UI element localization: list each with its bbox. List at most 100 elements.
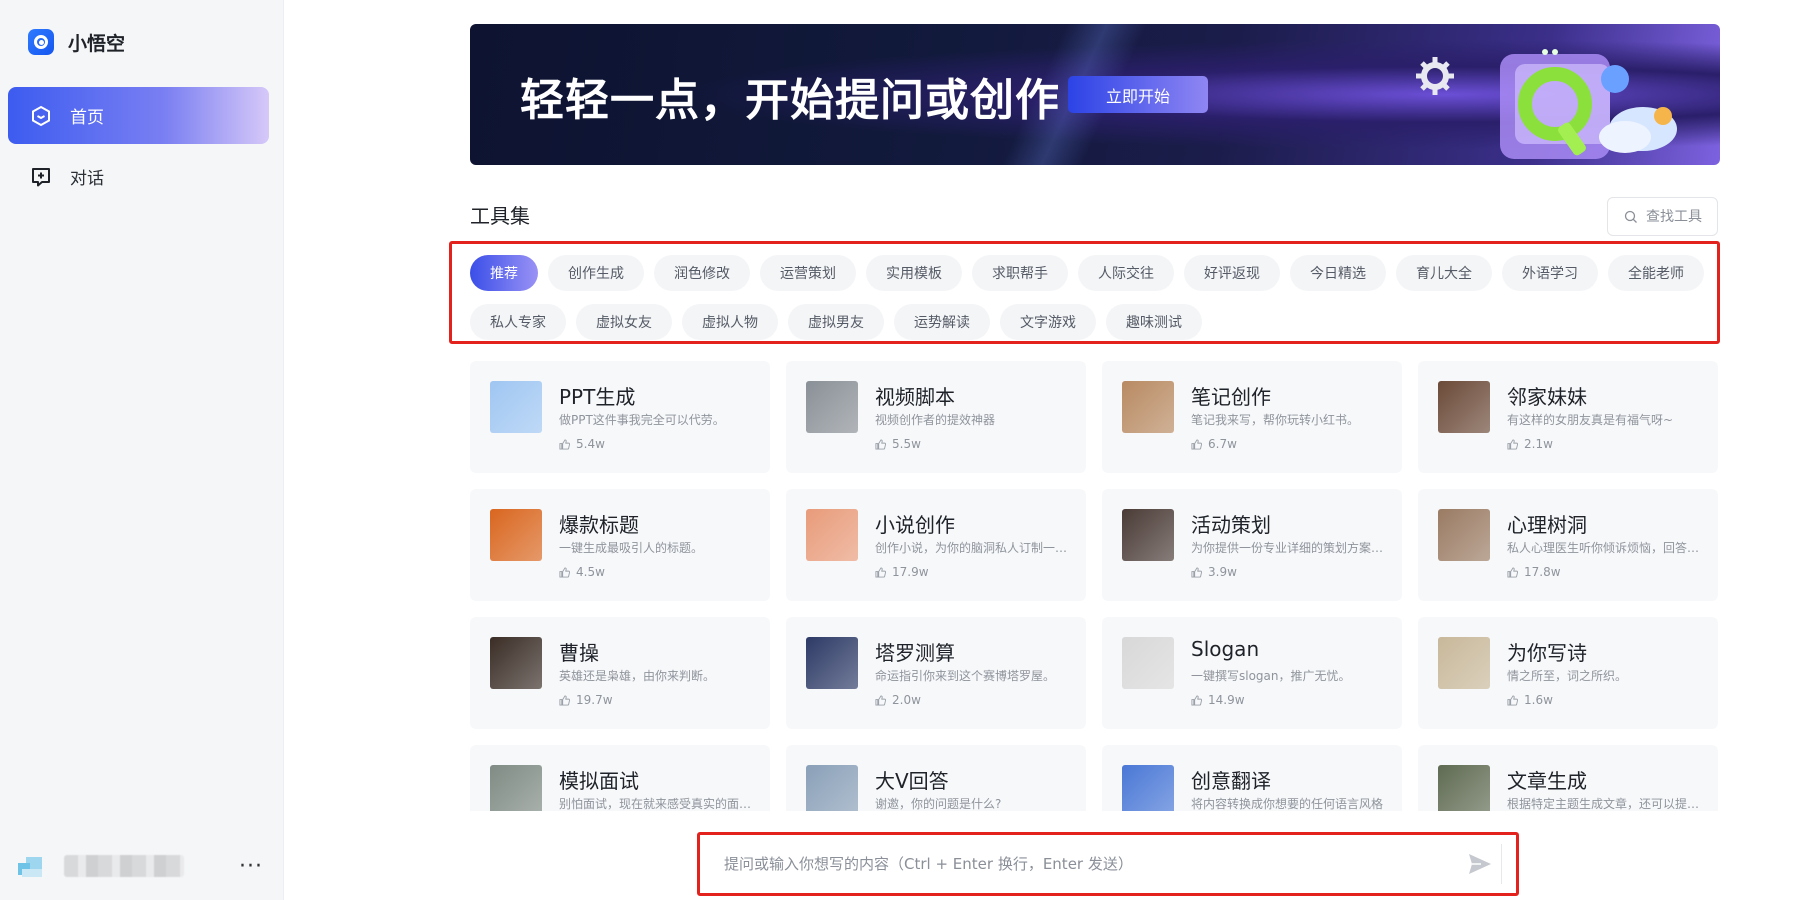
tool-usage: 17.9w	[875, 565, 929, 579]
tool-thumbnail	[490, 381, 542, 433]
tool-description: 谢邀，你的问题是什么?	[875, 797, 1002, 811]
tool-usage: 14.9w	[1191, 693, 1245, 707]
user-profile[interactable]: ···	[18, 848, 263, 884]
tool-card[interactable]: 心理树洞私人心理医生听你倾诉烦恼，回答你的问题 17.8w	[1418, 489, 1718, 601]
tool-usage: 1.6w	[1507, 693, 1553, 707]
category-tag[interactable]: 创作生成	[548, 255, 644, 291]
tool-description: 别怕面试，现在就来感受真实的面试场景	[559, 797, 754, 811]
tool-card[interactable]: 邻家妹妹 有这样的女朋友真是有福气呀~ 2.1w	[1418, 361, 1718, 473]
thumb-up-icon	[875, 694, 886, 706]
tool-title: 邻家妹妹	[1507, 385, 1587, 409]
usage-count: 17.9w	[892, 565, 929, 579]
tool-title: 塔罗测算	[875, 641, 955, 665]
category-tag[interactable]: 好评返现	[1184, 255, 1280, 291]
category-tag[interactable]: 虚拟男友	[788, 304, 884, 340]
tool-thumbnail	[1438, 765, 1490, 811]
tool-card[interactable]: 小说创作创作小说，为你的脑洞私人订制一段精彩故事 17.9w	[786, 489, 1086, 601]
tool-card[interactable]: 创意翻译 将内容转换成你想要的任何语言风格	[1102, 745, 1402, 811]
search-icon	[1624, 210, 1637, 223]
tool-usage: 19.7w	[559, 693, 613, 707]
tool-description: 一键撰写slogan，推广无忧。	[1191, 669, 1351, 683]
thumb-up-icon	[1191, 566, 1202, 578]
tool-title: 为你写诗	[1507, 641, 1587, 665]
search-input[interactable]	[1646, 208, 1716, 225]
category-tag[interactable]: 推荐	[470, 255, 538, 291]
tool-card[interactable]: 模拟面试别怕面试，现在就来感受真实的面试场景	[470, 745, 770, 811]
hero-banner: 轻轻一点，开始提问或创作 立即开始	[470, 24, 1720, 165]
usage-count: 3.9w	[1208, 565, 1237, 579]
tool-card[interactable]: Slogan 一键撰写slogan，推广无忧。 14.9w	[1102, 617, 1402, 729]
category-tag[interactable]: 文字游戏	[1000, 304, 1096, 340]
category-tag[interactable]: 求职帮手	[972, 255, 1068, 291]
tool-title: 小说创作	[875, 513, 955, 537]
tool-title: 大V回答	[875, 769, 949, 793]
tool-card[interactable]: 视频脚本 视频创作者的提效神器 5.5w	[786, 361, 1086, 473]
tool-thumbnail	[1438, 509, 1490, 561]
tool-description: 命运指引你来到这个赛博塔罗屋。	[875, 669, 1056, 683]
thumb-up-icon	[1191, 438, 1202, 450]
category-tag[interactable]: 人际交往	[1078, 255, 1174, 291]
category-tag[interactable]: 虚拟人物	[682, 304, 778, 340]
category-tag[interactable]: 运营策划	[760, 255, 856, 291]
tool-description: 视频创作者的提效神器	[875, 413, 996, 427]
thumb-up-icon	[875, 566, 886, 578]
tool-usage: 5.4w	[559, 437, 605, 451]
tool-card[interactable]: PPT生成 做PPT这件事我完全可以代劳。 5.4w	[470, 361, 770, 473]
tool-description: 创作小说，为你的脑洞私人订制一段精彩故事	[875, 541, 1070, 555]
category-tag[interactable]: 实用模板	[866, 255, 962, 291]
usage-count: 5.4w	[576, 437, 605, 451]
tool-card[interactable]: 为你写诗 情之所至，词之所织。 1.6w	[1418, 617, 1718, 729]
start-now-button[interactable]: 立即开始	[1068, 76, 1208, 113]
section-title: 工具集	[470, 204, 530, 228]
category-tag[interactable]: 趣味测试	[1106, 304, 1202, 340]
category-tag[interactable]: 外语学习	[1502, 255, 1598, 291]
category-tag[interactable]: 虚拟女友	[576, 304, 672, 340]
thumb-up-icon	[875, 438, 886, 450]
category-tag[interactable]: 运势解读	[894, 304, 990, 340]
tool-thumbnail	[806, 509, 858, 561]
tool-card[interactable]: 笔记创作 笔记我来写，帮你玩转小红书。 6.7w	[1102, 361, 1402, 473]
nav-item-home[interactable]: 首页	[8, 87, 269, 144]
category-tag[interactable]: 今日精选	[1290, 255, 1386, 291]
tool-card[interactable]: 曹操 英雄还是枭雄，由你来判断。 19.7w	[470, 617, 770, 729]
tool-title: 爆款标题	[559, 513, 639, 537]
nav-item-chat[interactable]: 对话	[8, 148, 269, 205]
category-tags-row-2: 私人专家 虚拟女友 虚拟人物 虚拟男友 运势解读 文字游戏 趣味测试	[470, 304, 1202, 340]
category-tag[interactable]: 私人专家	[470, 304, 566, 340]
category-tag[interactable]: 育儿大全	[1396, 255, 1492, 291]
tool-thumbnail	[806, 381, 858, 433]
tool-title: 心理树洞	[1507, 513, 1587, 537]
usage-count: 19.7w	[576, 693, 613, 707]
tool-card[interactable]: 爆款标题 一键生成最吸引人的标题。 4.5w	[470, 489, 770, 601]
category-tag[interactable]: 全能老师	[1608, 255, 1704, 291]
tool-description: 英雄还是枭雄，由你来判断。	[559, 669, 716, 683]
tool-thumbnail	[806, 765, 858, 811]
send-button[interactable]	[1458, 844, 1502, 884]
tool-title: 模拟面试	[559, 769, 639, 793]
user-name-redacted	[64, 855, 184, 877]
usage-count: 5.5w	[892, 437, 921, 451]
tool-title: 创意翻译	[1191, 769, 1271, 793]
brand-name: 小悟空	[68, 32, 126, 55]
tool-card[interactable]: 大V回答谢邀，你的问题是什么?	[786, 745, 1086, 811]
tool-card-grid: PPT生成 做PPT这件事我完全可以代劳。 5.4w 视频脚本 视频创作者的提效神器 5.…	[470, 361, 1720, 811]
thumb-up-icon	[1507, 566, 1518, 578]
tool-card[interactable]: 文章生成 根据特定主题生成文章，还可以提供大纲	[1418, 745, 1718, 811]
tool-description: 为你提供一份专业详细的策划方案，帮助你轻松策划	[1191, 541, 1386, 555]
tool-card[interactable]: 塔罗测算 命运指引你来到这个赛博塔罗屋。 2.0w	[786, 617, 1086, 729]
category-tag[interactable]: 润色修改	[654, 255, 750, 291]
thumb-up-icon	[1507, 438, 1518, 450]
chat-input-panel	[697, 832, 1519, 896]
brand[interactable]: 小悟空	[28, 28, 125, 56]
thumb-up-icon	[559, 438, 570, 450]
tool-thumbnail	[1122, 765, 1174, 811]
usage-count: 2.1w	[1524, 437, 1553, 451]
tool-thumbnail	[1438, 381, 1490, 433]
more-options-button[interactable]: ···	[239, 854, 263, 879]
tool-title: 活动策划	[1191, 513, 1271, 537]
tool-card[interactable]: 活动策划为你提供一份专业详细的策划方案，帮助你轻松策划 3.9w	[1102, 489, 1402, 601]
tool-search[interactable]	[1607, 197, 1718, 236]
chat-input[interactable]	[724, 844, 1458, 884]
usage-count: 6.7w	[1208, 437, 1237, 451]
nav-item-label: 首页	[70, 108, 104, 128]
